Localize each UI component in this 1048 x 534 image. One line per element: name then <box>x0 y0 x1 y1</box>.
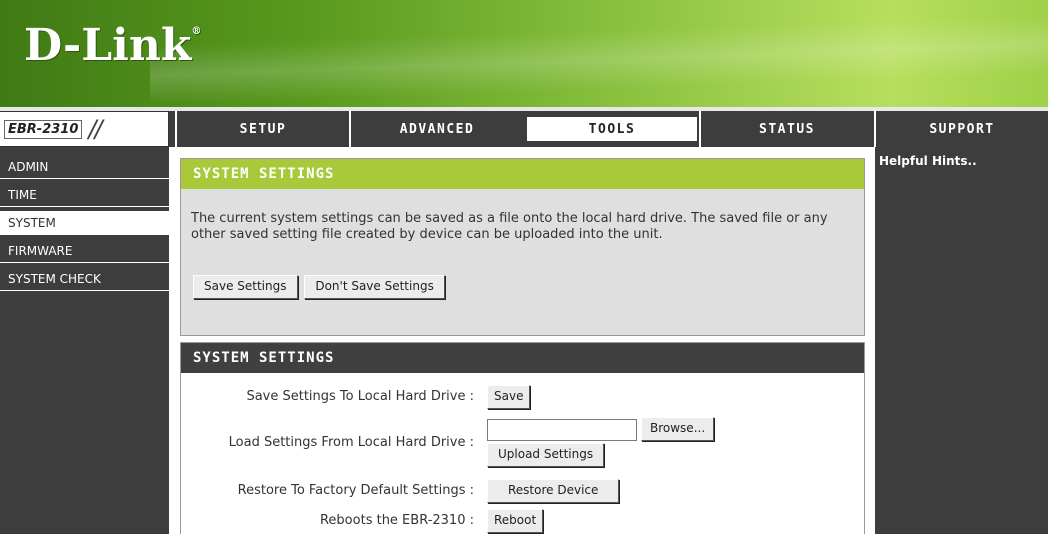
model-slashes: // <box>88 115 102 143</box>
tab-advanced[interactable]: ADVANCED <box>349 111 523 147</box>
model-name: EBR-2310 <box>4 119 83 139</box>
save-to-drive-label: Save Settings To Local Hard Drive : <box>246 389 474 404</box>
system-settings-actions-panel: SYSTEM SETTINGS Save Settings To Local H… <box>180 342 865 534</box>
sidebar-item-system[interactable]: SYSTEM <box>0 211 169 235</box>
registered-mark: ® <box>191 26 202 37</box>
save-settings-button[interactable]: Save Settings <box>193 275 298 299</box>
restore-device-button[interactable]: Restore Device <box>487 479 620 503</box>
reboot-button[interactable]: Reboot <box>487 509 544 533</box>
hints-panel: Helpful Hints.. <box>873 147 1048 534</box>
sidebar-item-admin[interactable]: ADMIN <box>0 155 169 179</box>
dlink-logo: D-Link® <box>24 20 201 71</box>
logo-text: D-Link <box>24 20 192 71</box>
banner-swoosh <box>150 14 1048 106</box>
panel-description: The current system settings can be saved… <box>191 211 828 242</box>
save-button[interactable]: Save <box>487 385 531 409</box>
upload-settings-button[interactable]: Upload Settings <box>487 443 605 467</box>
sidebar-item-firmware[interactable]: FIRMWARE <box>0 239 169 263</box>
tab-support[interactable]: SUPPORT <box>874 111 1048 147</box>
model-badge: EBR-2310 // <box>0 111 169 147</box>
sidebar-item-system-check[interactable]: SYSTEM CHECK <box>0 267 169 291</box>
restore-defaults-label: Restore To Factory Default Settings : <box>237 483 474 498</box>
load-from-drive-label: Load Settings From Local Hard Drive : <box>228 435 474 450</box>
hints-title: Helpful Hints.. <box>879 154 977 168</box>
panel-title: SYSTEM SETTINGS <box>181 343 864 373</box>
reboot-label: Reboots the EBR-2310 : <box>319 513 474 528</box>
tab-status[interactable]: STATUS <box>699 111 873 147</box>
tab-setup[interactable]: SETUP <box>175 111 349 147</box>
sidebar-item-time[interactable]: TIME <box>0 183 169 207</box>
sidebar: ADMIN TIME SYSTEM FIRMWARE SYSTEM CHECK <box>0 147 169 534</box>
tab-tools[interactable]: TOOLS <box>525 111 699 147</box>
browse-button[interactable]: Browse... <box>641 417 715 441</box>
panel-title: SYSTEM SETTINGS <box>181 159 864 189</box>
dont-save-settings-button[interactable]: Don't Save Settings <box>304 275 445 299</box>
sidebar-separator <box>169 147 175 534</box>
system-settings-panel: SYSTEM SETTINGS The current system setti… <box>180 158 865 336</box>
header-banner: D-Link® <box>0 0 1048 107</box>
settings-file-input[interactable] <box>487 419 637 441</box>
